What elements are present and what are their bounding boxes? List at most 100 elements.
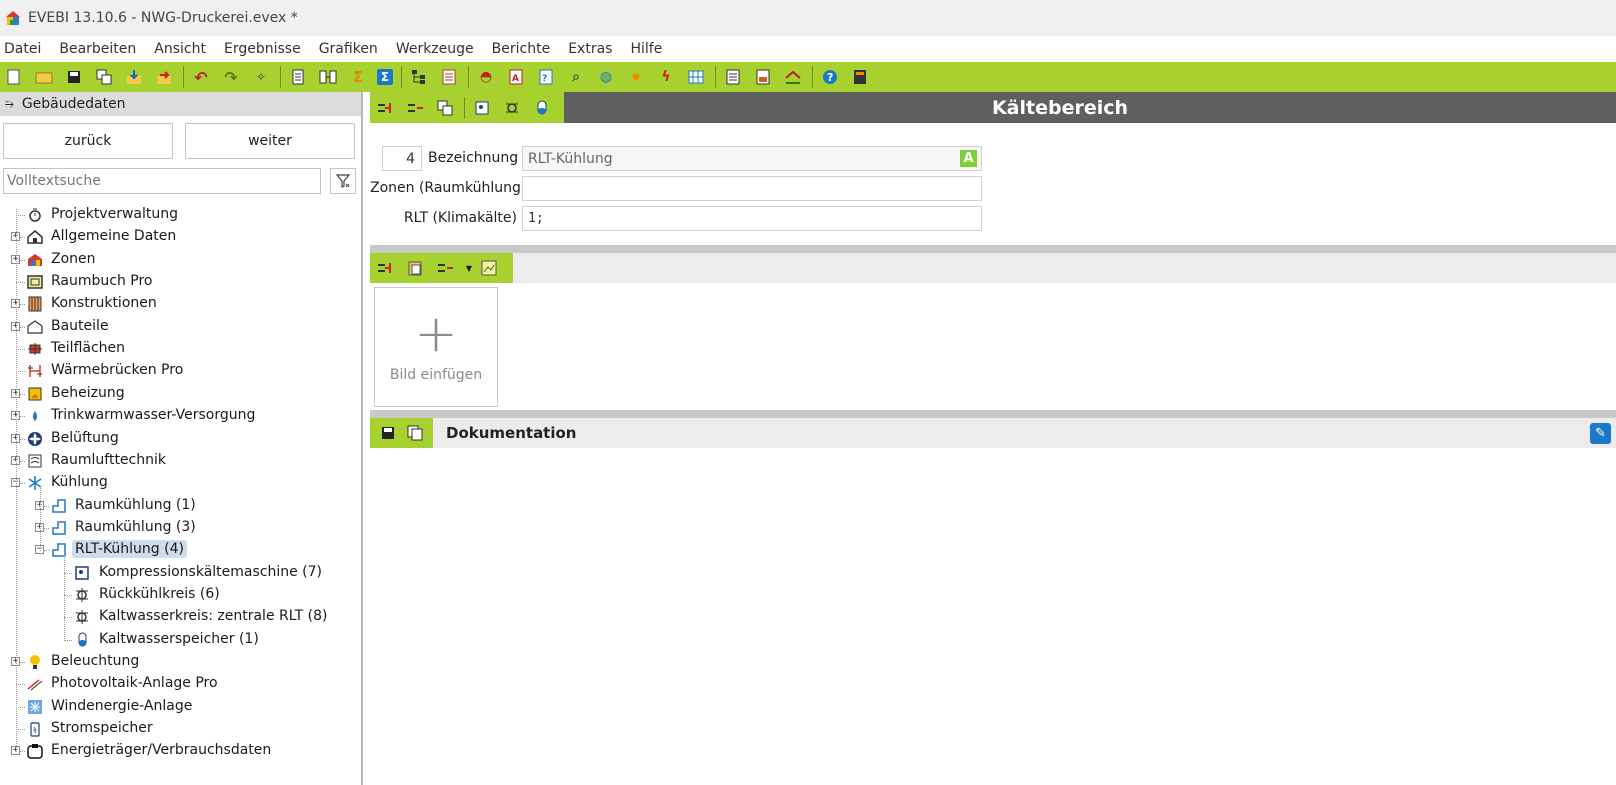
document-icon[interactable] — [287, 66, 309, 88]
image-settings-icon[interactable] — [478, 257, 500, 279]
filter-button[interactable] — [330, 168, 356, 194]
tree-icon[interactable] — [408, 66, 430, 88]
tree-item-allgemeine-daten[interactable]: + Allgemeine Daten — [0, 226, 360, 249]
sigma-icon[interactable]: Σ — [377, 69, 393, 85]
roombook-icon — [27, 274, 43, 290]
sum-icon[interactable]: Σ — [347, 66, 369, 88]
lightning-icon[interactable]: ϟ — [655, 66, 677, 88]
tree-item-rückkühlkreis-6[interactable]: Rückkühlkreis (6) — [0, 584, 360, 607]
help-icon[interactable]: ? — [819, 66, 841, 88]
panel-header[interactable]: ⭇ Gebäudedaten — [0, 92, 361, 116]
pdf-icon[interactable]: A — [505, 66, 527, 88]
new-file-icon[interactable] — [3, 66, 25, 88]
globe-icon[interactable]: ◍ — [595, 66, 617, 88]
redo-icon[interactable]: ↷ — [220, 66, 242, 88]
bar-chart-icon[interactable] — [752, 66, 774, 88]
remove-item-icon[interactable] — [404, 97, 426, 119]
tree-item-kompressionskältemaschine-7[interactable]: Kompressionskältemaschine (7) — [0, 562, 360, 585]
tree-item-teilflächen[interactable]: Teilflächen — [0, 338, 360, 361]
pump-icon[interactable] — [501, 97, 523, 119]
menu-extras[interactable]: Extras — [564, 41, 621, 57]
tree-item-raumkühlung-3[interactable]: + Raumkühlung (3) — [0, 517, 360, 540]
tree-item-label: Kompressionskältemaschine (7) — [99, 563, 323, 580]
tree-item-beheizung[interactable]: + Beheizung — [0, 383, 360, 406]
dropdown-arrow-icon[interactable]: ▼ — [464, 257, 474, 279]
tree-item-beleuchtung[interactable]: + Beleuchtung — [0, 651, 360, 674]
menu-werkzeuge[interactable]: Werkzeuge — [392, 41, 483, 57]
fulltext-search-input[interactable] — [3, 168, 321, 194]
tree-item-windenergie-anlage[interactable]: Windenergie-Anlage — [0, 696, 360, 719]
checklist-icon[interactable]: ? — [535, 66, 557, 88]
compressor-icon — [74, 565, 90, 581]
report-icon[interactable] — [722, 66, 744, 88]
tree-item-kühlung[interactable]: − Kühlung — [0, 472, 360, 495]
chiller-icon[interactable] — [471, 97, 493, 119]
tree-item-wärmebrücken-pro[interactable]: Wärmebrücken Pro — [0, 360, 360, 383]
menu-berichte[interactable]: Berichte — [488, 41, 560, 57]
menu-hilfe[interactable]: Hilfe — [626, 41, 671, 57]
auto-name-badge[interactable]: A — [960, 150, 977, 167]
add-image-icon[interactable] — [374, 257, 396, 279]
number-field[interactable]: 4 — [382, 146, 422, 171]
house-chart-icon[interactable] — [782, 66, 804, 88]
undo-icon[interactable]: ↶ — [190, 66, 212, 88]
tree-item-label: Rückkühlkreis (6) — [99, 585, 220, 602]
storage-tank-icon[interactable] — [531, 97, 553, 119]
documentation-body[interactable] — [370, 448, 1616, 785]
section-toolbar — [370, 92, 564, 123]
duplicate-icon[interactable] — [434, 97, 456, 119]
section-divider — [370, 245, 1616, 253]
tree-item-raumbuch-pro[interactable]: Raumbuch Pro — [0, 271, 360, 294]
copy-doc-icon[interactable] — [406, 422, 426, 444]
edit-pencil-icon[interactable]: ✎ — [1590, 423, 1611, 444]
cap-icon[interactable]: ◓ — [475, 66, 497, 88]
add-item-icon[interactable] — [374, 97, 396, 119]
save-doc-icon[interactable] — [378, 422, 398, 444]
back-button[interactable]: zurück — [3, 123, 173, 159]
add-image-tile[interactable]: + Bild einfügen — [374, 287, 498, 407]
next-button[interactable]: weiter — [185, 123, 355, 159]
tree-item-label: Windenergie-Anlage — [51, 697, 193, 714]
building-part-icon — [27, 319, 43, 335]
tree-item-projektverwaltung[interactable]: Projektverwaltung — [0, 204, 360, 227]
tree-item-bauteile[interactable]: + Bauteile — [0, 316, 360, 339]
save-icon[interactable] — [63, 66, 85, 88]
tree-item-stromspeicher[interactable]: Stromspeicher — [0, 718, 360, 741]
menu-ansicht[interactable]: Ansicht — [150, 41, 215, 57]
menu-bearbeiten[interactable]: Bearbeiten — [55, 41, 145, 57]
menu-ergebnisse[interactable]: Ergebnisse — [220, 41, 310, 57]
tree-item-label: Wärmebrücken Pro — [51, 362, 184, 379]
cooling-area-icon — [51, 498, 67, 514]
copy-icon[interactable] — [93, 66, 115, 88]
move-icon[interactable] — [434, 257, 456, 279]
menu-datei[interactable]: Datei — [0, 41, 50, 57]
tree-item-trinkwarmwasser-versorgung[interactable]: + Trinkwarmwasser-Versorgung — [0, 405, 360, 428]
menu-grafiken[interactable]: Grafiken — [315, 41, 387, 57]
sun-icon[interactable]: ✹ — [625, 66, 647, 88]
structure-icon[interactable] — [317, 66, 339, 88]
tree-item-konstruktionen[interactable]: + Konstruktionen — [0, 293, 360, 316]
list-icon[interactable] — [438, 66, 460, 88]
export-icon[interactable] — [153, 66, 175, 88]
tree-item-raumlufttechnik[interactable]: + Raumlufttechnik — [0, 450, 360, 473]
tree-item-zonen[interactable]: + Zonen — [0, 249, 360, 272]
magic-wand-icon[interactable]: ✧ — [250, 66, 272, 88]
bezeichnung-field[interactable]: RLT-Kühlung A — [522, 146, 982, 171]
tree-item-rlt-kühlung-4[interactable]: − RLT-Kühlung (4) — [0, 539, 360, 562]
grid-icon[interactable] — [685, 66, 707, 88]
zonen-field[interactable] — [522, 176, 982, 201]
tree-item-belüftung[interactable]: + Belüftung — [0, 428, 360, 451]
zoom-icon[interactable]: ⌕ — [565, 66, 587, 88]
rlt-field[interactable]: 1; — [522, 206, 982, 231]
tree-connector — [64, 555, 65, 641]
tree-item-kaltwasserkreis-zentrale-rlt-8[interactable]: Kaltwasserkreis: zentrale RLT (8) — [0, 606, 360, 629]
tree-item-photovoltaik-anlage-pro[interactable]: Photovoltaik-Anlage Pro — [0, 673, 360, 696]
tree-item-raumkühlung-1[interactable]: + Raumkühlung (1) — [0, 495, 360, 518]
import-icon[interactable] — [123, 66, 145, 88]
tree-item-kaltwasserspeicher-1[interactable]: Kaltwasserspeicher (1) — [0, 629, 360, 652]
paste-icon[interactable] — [404, 257, 426, 279]
double-chevron-down-icon[interactable]: ⭇ — [5, 97, 14, 111]
tree-item-energieträger-verbrauchsdaten[interactable]: + Energieträger/Verbrauchsdaten — [0, 740, 360, 763]
open-folder-icon[interactable] — [33, 66, 55, 88]
calculator-icon[interactable] — [849, 66, 871, 88]
